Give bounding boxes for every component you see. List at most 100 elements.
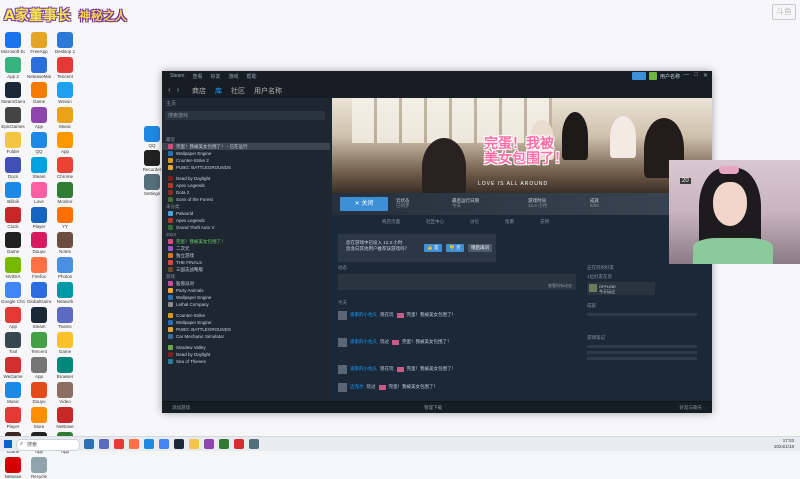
- desktop-icon[interactable]: Recycle: [27, 457, 51, 479]
- desktop-icon[interactable]: Notes: [53, 232, 77, 254]
- desktop-icon[interactable]: QQ: [27, 132, 51, 154]
- desktop-icon[interactable]: Game: [1, 232, 25, 254]
- desktop-icon[interactable]: App: [1, 307, 25, 329]
- desktop-icon[interactable]: Steam: [27, 307, 51, 329]
- menu-steam[interactable]: Steam: [170, 73, 184, 80]
- desktop-icon[interactable]: Weixin: [53, 82, 77, 104]
- tab-profile[interactable]: 用户名称: [254, 86, 282, 96]
- taskbar-app-icon[interactable]: [159, 439, 169, 449]
- subnav-store-page[interactable]: 商店页面: [382, 219, 400, 227]
- activity-game[interactable]: 完蛋！我被美女包围了！: [407, 366, 457, 372]
- desktop-icon[interactable]: Love: [27, 182, 51, 204]
- desktop-icon[interactable]: Browser: [53, 357, 77, 379]
- desktop-icon[interactable]: App: [27, 107, 51, 129]
- thumbs-up-button[interactable]: 👍 是: [424, 244, 442, 252]
- account-name[interactable]: 用户名称: [660, 73, 680, 80]
- menu-view[interactable]: 查看: [192, 73, 202, 80]
- tab-store[interactable]: 商店: [192, 86, 206, 96]
- taskbar-app-icon[interactable]: [249, 439, 259, 449]
- desktop-icon[interactable]: Store: [27, 407, 51, 429]
- library-game-item[interactable]: Stardew Valley: [162, 344, 330, 351]
- library-game-item[interactable]: Palworld: [162, 210, 330, 217]
- desktop-icon[interactable]: Music: [53, 107, 77, 129]
- close-game-button[interactable]: ✕ 关闭: [340, 197, 388, 211]
- desktop-icon[interactable]: Tool: [1, 332, 25, 354]
- library-game-item[interactable]: Wallpaper Engine: [162, 150, 330, 157]
- downloads-button[interactable]: 管理下载: [424, 405, 442, 411]
- activity-game[interactable]: 完蛋！我被美女包围了！: [407, 312, 457, 318]
- taskbar-app-icon[interactable]: [204, 439, 214, 449]
- friends-chat-button[interactable]: 好友与聊天: [680, 405, 703, 411]
- desktop-icon[interactable]: Google Chrome: [1, 282, 25, 304]
- desktop-icon[interactable]: QQ: [140, 126, 164, 148]
- desktop-icon[interactable]: Monitor: [53, 182, 77, 204]
- desktop-icon[interactable]: Game: [27, 82, 51, 104]
- library-game-item[interactable]: Dota 2: [162, 189, 330, 196]
- start-button[interactable]: [4, 440, 12, 448]
- desktop-icon[interactable]: Recorder: [140, 150, 164, 172]
- desktop-icon[interactable]: Bilibili: [1, 182, 25, 204]
- ask-later-button[interactable]: 稍后再问: [468, 244, 492, 252]
- desktop-icon[interactable]: Chrome: [53, 157, 77, 179]
- desktop-icon[interactable]: Teams: [53, 307, 77, 329]
- desktop-icon[interactable]: Tencent: [53, 57, 77, 79]
- back-arrow-icon[interactable]: ‹: [168, 85, 177, 94]
- library-game-item[interactable]: Grand Theft Auto V: [162, 224, 330, 231]
- library-section-header[interactable]: 未分类: [162, 203, 330, 210]
- desktop-icon[interactable]: EpicGames: [1, 107, 25, 129]
- library-game-item[interactable]: 完蛋！我被美女包围了！ - 已在运行: [162, 143, 330, 150]
- library-game-item[interactable]: 二次元: [162, 245, 330, 252]
- desktop-icon[interactable]: Steam: [27, 157, 51, 179]
- library-game-item[interactable]: 猛兽派对: [162, 280, 330, 287]
- library-section-header[interactable]: 最近: [162, 136, 330, 143]
- taskbar-app-icon[interactable]: [144, 439, 154, 449]
- forward-arrow-icon[interactable]: ›: [177, 85, 186, 94]
- desktop-icon[interactable]: NetEase: [53, 407, 77, 429]
- taskbar-app-icon[interactable]: [174, 439, 184, 449]
- desktop-icon[interactable]: Music: [1, 382, 25, 404]
- taskbar-app-icon[interactable]: [234, 439, 244, 449]
- library-game-item[interactable]: Lethal Company: [162, 301, 330, 308]
- activity-user[interactable]: 迈克尔: [350, 384, 364, 390]
- activity-game[interactable]: 完蛋！我被美女包围了！: [402, 339, 452, 345]
- library-game-item[interactable]: Dead by Daylight: [162, 351, 330, 358]
- library-game-item[interactable]: Sea of Thieves: [162, 358, 330, 365]
- activity-item[interactable]: 道家的小佐久 现在玩 完蛋！我被美女包围了！: [338, 363, 576, 375]
- desktop-icon[interactable]: Desktop 1: [53, 32, 77, 54]
- close-icon[interactable]: ✕: [703, 72, 708, 79]
- minimize-icon[interactable]: —: [683, 72, 689, 79]
- desktop-icon[interactable]: App: [27, 357, 51, 379]
- taskbar-app-icon[interactable]: [84, 439, 94, 449]
- subnav-discussions[interactable]: 讨论: [470, 219, 479, 227]
- desktop-icon[interactable]: Game: [53, 332, 77, 354]
- library-search-input[interactable]: 搜索游戏: [165, 111, 325, 120]
- taskbar-search-input[interactable]: ⌕ 搜索: [16, 439, 80, 451]
- activity-item[interactable]: 道家的小佐久 现在玩 完蛋！我被美女包围了！: [338, 309, 576, 321]
- taskbar-app-icon[interactable]: [129, 439, 139, 449]
- desktop-icon[interactable]: Douyu: [27, 382, 51, 404]
- taskbar-app-icon[interactable]: [99, 439, 109, 449]
- system-tray-clock[interactable]: 17:03 2024/1/18: [774, 438, 794, 450]
- library-game-item[interactable]: Counter-Strike: [162, 312, 330, 319]
- desktop-icon[interactable]: Player: [1, 407, 25, 429]
- taskbar-app-icon[interactable]: [114, 439, 124, 449]
- desktop-icon[interactable]: Player: [27, 207, 51, 229]
- tab-community[interactable]: 社区: [231, 86, 245, 96]
- library-game-item[interactable]: 独立游戏: [162, 252, 330, 259]
- taskbar-app-icon[interactable]: [219, 439, 229, 449]
- add-game-button[interactable]: 添加游戏: [172, 405, 190, 411]
- library-game-item[interactable]: Apex Legends: [162, 217, 330, 224]
- library-game-item[interactable]: PUBG: BATTLEGROUNDS: [162, 164, 330, 171]
- desktop-icon[interactable]: Firefox: [27, 257, 51, 279]
- thumbs-down-button[interactable]: 👎 否: [446, 244, 464, 252]
- library-game-item[interactable]: PUBG: BATTLEGROUNDS: [162, 326, 330, 333]
- activity-post-input[interactable]: 查看所有动态: [338, 274, 576, 290]
- library-game-item[interactable]: Wallpaper Engine: [162, 319, 330, 326]
- library-section-header[interactable]: 2023: [162, 231, 330, 238]
- library-game-item[interactable]: 完蛋！我被美女包围了！: [162, 238, 330, 245]
- library-game-item[interactable]: Dead by Daylight: [162, 175, 330, 182]
- desktop-icon[interactable]: SteamGame: [1, 82, 25, 104]
- library-game-item[interactable]: 三国志战略版: [162, 266, 330, 273]
- subnav-support[interactable]: 支持: [540, 219, 549, 227]
- broadcast-icon[interactable]: [631, 72, 646, 80]
